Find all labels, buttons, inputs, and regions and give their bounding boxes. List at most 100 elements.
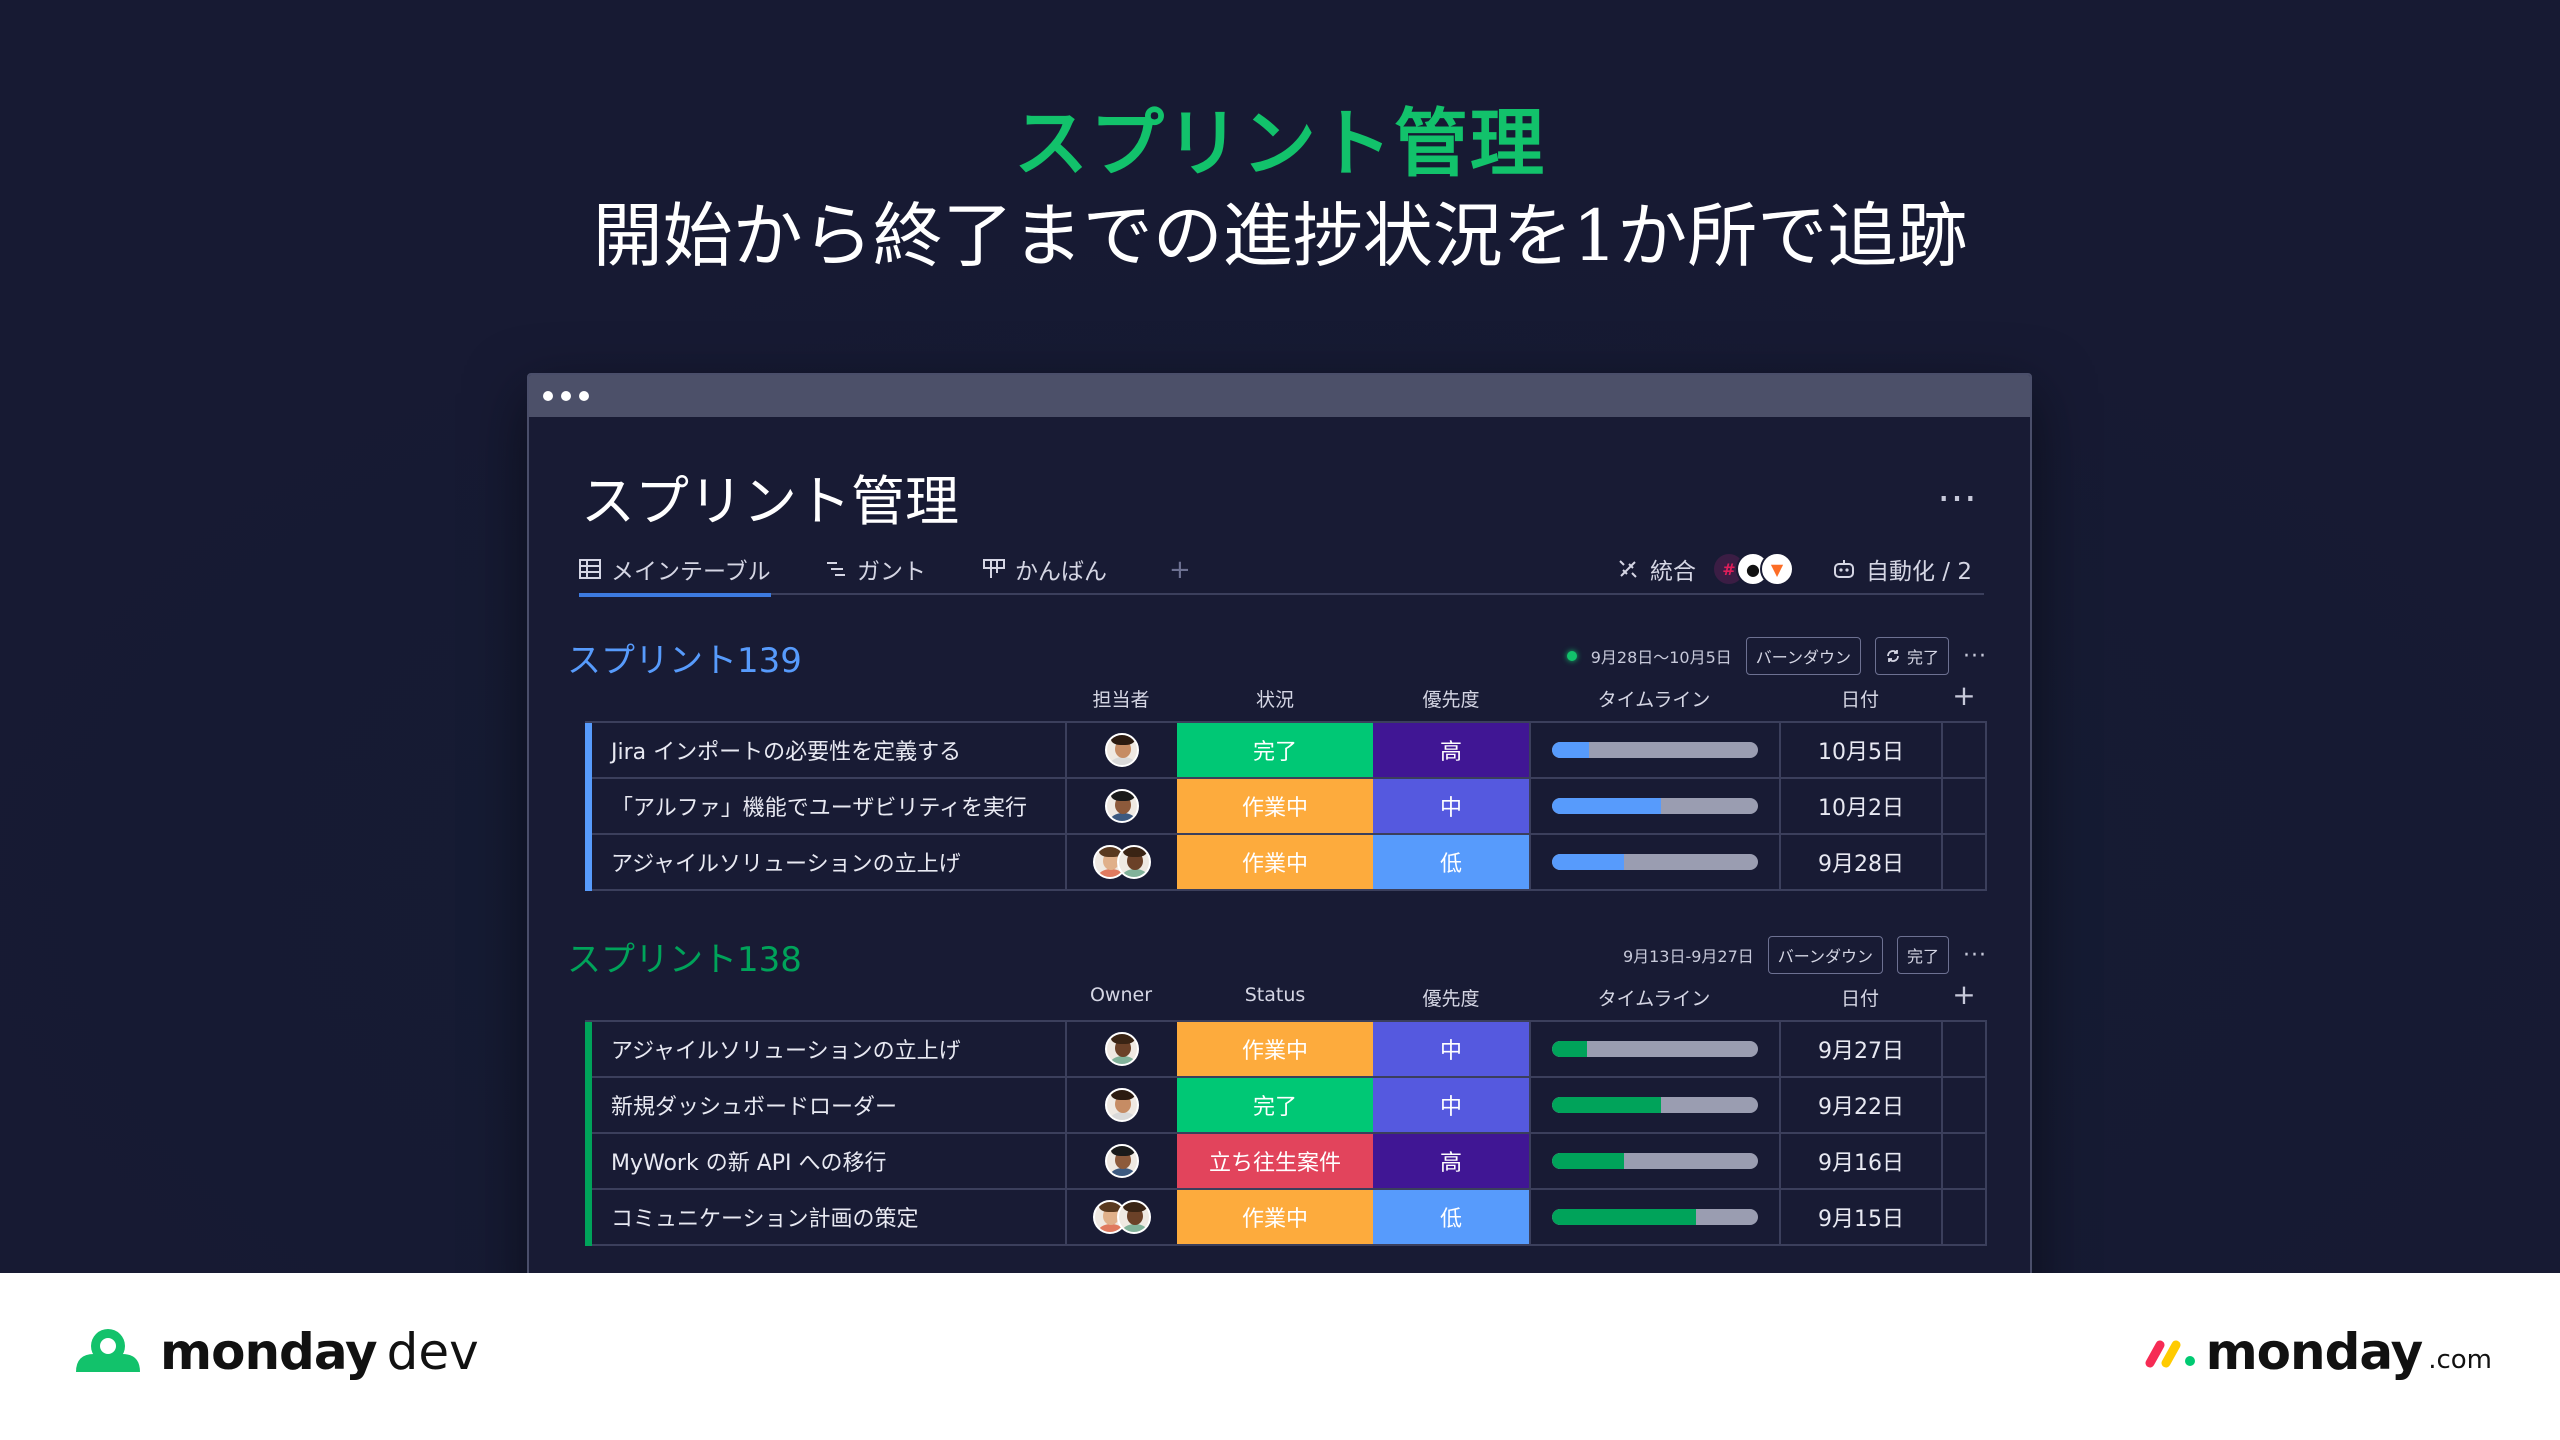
item-name[interactable]: 新規ダッシュボードローダー: [585, 1078, 1065, 1132]
timeline-bar: [1552, 1153, 1758, 1169]
empty-cell: [1941, 1022, 1987, 1076]
status-label[interactable]: 立ち往生案件: [1177, 1134, 1373, 1188]
owner-cell[interactable]: [1065, 1190, 1177, 1244]
priority-label[interactable]: 中: [1373, 1022, 1529, 1076]
timeline-cell[interactable]: [1529, 1078, 1779, 1132]
priority-label[interactable]: 高: [1373, 1134, 1529, 1188]
owner-cell[interactable]: [1065, 1134, 1177, 1188]
col-status[interactable]: Status: [1177, 984, 1373, 1006]
add-column-button[interactable]: +: [1941, 679, 1987, 712]
table-row[interactable]: コミュニケーション計画の策定 作業中低 9月15日: [585, 1190, 1987, 1246]
date-cell[interactable]: 9月28日: [1779, 835, 1941, 889]
table-row[interactable]: MyWork の新 API への移行 立ち往生案件高 9月16日: [585, 1134, 1987, 1190]
avatar-group: [1105, 1088, 1139, 1122]
status-label[interactable]: 完了: [1177, 1078, 1373, 1132]
owner-cell[interactable]: [1065, 723, 1177, 777]
done-button[interactable]: 完了: [1875, 637, 1950, 675]
empty-cell: [1941, 835, 1987, 889]
add-column-button[interactable]: +: [1941, 978, 1987, 1011]
timeline-cell[interactable]: [1529, 835, 1779, 889]
status-label[interactable]: 作業中: [1177, 1022, 1373, 1076]
status-label[interactable]: 作業中: [1177, 1190, 1373, 1244]
date-cell[interactable]: 9月27日: [1779, 1022, 1941, 1076]
col-priority[interactable]: 優先度: [1373, 685, 1529, 712]
avatar: [1105, 1088, 1139, 1122]
group-more-icon[interactable]: ···: [1963, 644, 1987, 669]
window-dot-icon[interactable]: [543, 391, 553, 401]
col-owner[interactable]: 担当者: [1065, 685, 1177, 712]
owner-cell[interactable]: [1065, 835, 1177, 889]
table-row[interactable]: 「アルファ」機能でユーザビリティを実行 作業中中 10月2日: [585, 779, 1987, 835]
timeline-cell[interactable]: [1529, 723, 1779, 777]
date-cell[interactable]: 9月15日: [1779, 1190, 1941, 1244]
table-row[interactable]: アジャイルソリューションの立上げ 作業中中 9月27日: [585, 1022, 1987, 1078]
monday-dev-logo[interactable]: monday dev: [70, 1323, 479, 1381]
group-table: アジャイルソリューションの立上げ 作業中中 9月27日 新規ダッシュボードローダー 完了…: [585, 1020, 1987, 1246]
tab-gantt[interactable]: ガント: [825, 545, 926, 593]
refresh-icon: [1887, 650, 1899, 662]
col-status[interactable]: 状況: [1177, 685, 1373, 712]
group-more-icon[interactable]: ···: [1963, 943, 1987, 968]
group-color-bar: [585, 1022, 592, 1246]
priority-label[interactable]: 低: [1373, 835, 1529, 889]
table-row[interactable]: Jira インポートの必要性を定義する 完了高 10月5日: [585, 723, 1987, 779]
item-name[interactable]: アジャイルソリューションの立上げ: [585, 835, 1065, 889]
view-tabs: メインテーブル ガント かんばん + 統合 # ● ▼ 自動化 / 2: [579, 545, 1984, 597]
date-cell[interactable]: 10月2日: [1779, 779, 1941, 833]
item-name[interactable]: Jira インポートの必要性を定義する: [585, 723, 1065, 777]
tab-kanban[interactable]: かんばん: [983, 545, 1107, 593]
automate-button[interactable]: 自動化 / 2: [1832, 545, 1972, 593]
date-cell[interactable]: 10月5日: [1779, 723, 1941, 777]
col-date[interactable]: 日付: [1779, 685, 1941, 712]
avatar: [1117, 845, 1151, 879]
timeline-cell[interactable]: [1529, 1190, 1779, 1244]
col-timeline[interactable]: タイムライン: [1529, 685, 1779, 712]
priority-label[interactable]: 中: [1373, 779, 1529, 833]
timeline-cell[interactable]: [1529, 779, 1779, 833]
add-view-button[interactable]: +: [1169, 555, 1191, 585]
item-name[interactable]: 「アルファ」機能でユーザビリティを実行: [585, 779, 1065, 833]
priority-label[interactable]: 高: [1373, 723, 1529, 777]
integrate-button[interactable]: 統合 # ● ▼: [1616, 545, 1794, 593]
item-name[interactable]: コミュニケーション計画の策定: [585, 1190, 1065, 1244]
item-name[interactable]: アジャイルソリューションの立上げ: [585, 1022, 1065, 1076]
status-label[interactable]: 作業中: [1177, 779, 1373, 833]
timeline-cell[interactable]: [1529, 1022, 1779, 1076]
avatar-group: [1105, 1144, 1139, 1178]
hero: スプリント管理 開始から終了までの進捗状況を1か所で追跡: [0, 100, 2560, 284]
monday-com-logo[interactable]: monday .com: [2144, 1323, 2492, 1381]
priority-label[interactable]: 低: [1373, 1190, 1529, 1244]
status-label[interactable]: 作業中: [1177, 835, 1373, 889]
owner-cell[interactable]: [1065, 779, 1177, 833]
group-color-bar: [585, 723, 592, 891]
priority-label[interactable]: 中: [1373, 1078, 1529, 1132]
group-title[interactable]: スプリント139: [567, 633, 802, 682]
owner-cell[interactable]: [1065, 1078, 1177, 1132]
automate-label: 自動化 / 2: [1865, 559, 1972, 585]
col-priority[interactable]: 優先度: [1373, 984, 1529, 1011]
window-dot-icon[interactable]: [561, 391, 571, 401]
table-row[interactable]: 新規ダッシュボードローダー 完了中 9月22日: [585, 1078, 1987, 1134]
col-date[interactable]: 日付: [1779, 984, 1941, 1011]
date-cell[interactable]: 9月22日: [1779, 1078, 1941, 1132]
owner-cell[interactable]: [1065, 1022, 1177, 1076]
window-dot-icon[interactable]: [579, 391, 589, 401]
date-cell[interactable]: 9月16日: [1779, 1134, 1941, 1188]
status-label[interactable]: 完了: [1177, 723, 1373, 777]
burndown-button[interactable]: バーンダウン: [1767, 936, 1883, 974]
group-table: Jira インポートの必要性を定義する 完了高 10月5日 「アルファ」機能でユーザビ…: [585, 721, 1987, 891]
col-owner[interactable]: Owner: [1065, 984, 1177, 1006]
board-more-icon[interactable]: …: [1937, 465, 1980, 511]
timeline-bar: [1552, 854, 1758, 870]
table-row[interactable]: アジャイルソリューションの立上げ 作業中低 9月28日: [585, 835, 1987, 891]
tab-main-table[interactable]: メインテーブル: [579, 545, 771, 597]
col-timeline[interactable]: タイムライン: [1529, 984, 1779, 1011]
timeline-bar: [1552, 1209, 1758, 1225]
item-name[interactable]: MyWork の新 API への移行: [585, 1134, 1065, 1188]
timeline-cell[interactable]: [1529, 1134, 1779, 1188]
burndown-button[interactable]: バーンダウン: [1745, 637, 1861, 675]
done-button[interactable]: 完了: [1897, 936, 1950, 974]
tab-label: メインテーブル: [611, 559, 771, 585]
group-title[interactable]: スプリント138: [567, 932, 802, 981]
avatar: [1117, 1200, 1151, 1234]
